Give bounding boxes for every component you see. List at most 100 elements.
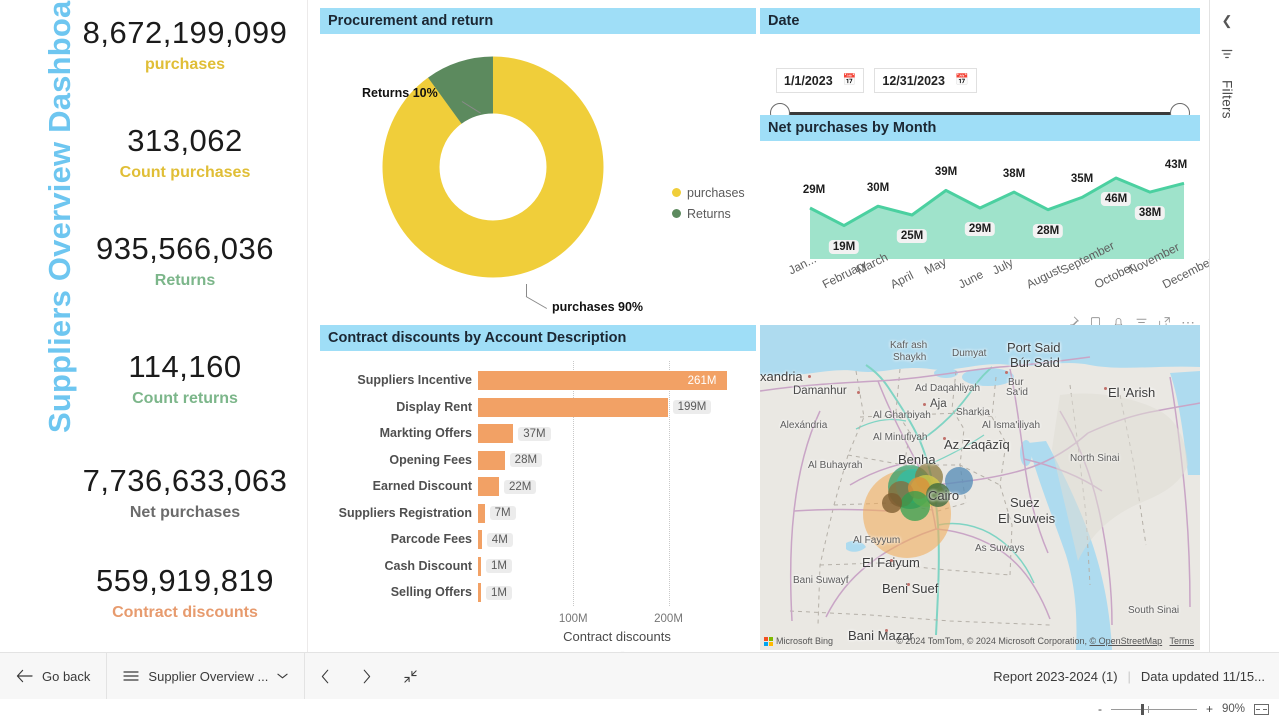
bar-category-label: Suppliers Registration — [338, 505, 472, 520]
legend-swatch-icon — [672, 209, 681, 218]
bar-category-label: Selling Offers — [390, 585, 472, 599]
start-date-field[interactable]: 1/1/2023 📅 — [776, 68, 865, 93]
map-place-label: Al Minufiyah — [873, 432, 928, 443]
map-city-dot — [808, 375, 811, 378]
terms-link[interactable]: Terms — [1170, 636, 1195, 646]
kpi-value: 7,736,633,063 — [82, 463, 288, 498]
legend-item-purchases[interactable]: purchases — [672, 182, 745, 203]
bar-category-label: Markting Offers — [379, 426, 472, 440]
filters-pane-title: Filters — [1219, 80, 1235, 119]
filters-pane-collapsed[interactable]: ❮ Filters — [1209, 0, 1244, 652]
fit-to-page-icon[interactable] — [1254, 703, 1269, 715]
calendar-icon[interactable]: 📅 — [843, 75, 857, 86]
footer-status: Report 2023-2024 (1) | Data updated 11/1… — [993, 669, 1279, 684]
map-attribution: Microsoft Bing © 2024 TomTom, © 2024 Mic… — [760, 634, 1200, 648]
supplier-locations-map-visual[interactable]: Kafr ash Shaykh Dumyat Port Said Búr Said xan… — [760, 325, 1200, 650]
go-back-label: Go back — [42, 668, 91, 684]
map-place-label: Cairo — [928, 488, 960, 503]
map-place-label: Damanhur — [793, 385, 847, 397]
zoom-slider[interactable] — [1110, 703, 1197, 715]
zoom-in-button[interactable]: + — [1206, 702, 1213, 716]
zoom-out-button[interactable]: - — [1098, 702, 1102, 716]
donut-label-returns: Returns 10% — [362, 86, 438, 100]
procurement-and-return-visual[interactable]: Procurement and return Returns 10% purch… — [320, 8, 756, 318]
map-place-label: Dumyat — [952, 348, 987, 359]
bar-rect[interactable] — [478, 583, 481, 602]
bar-rect[interactable] — [478, 503, 485, 523]
map-place-label: El 'Arish — [1108, 385, 1156, 400]
kpi-card-count-returns[interactable]: 114,160 Count returns — [62, 349, 308, 408]
map-place-label: Shaykh — [893, 352, 927, 363]
end-date-value: 12/31/2023 — [882, 73, 945, 88]
area-point-label: 46M — [1100, 192, 1132, 207]
bar-value-label: 37M — [518, 426, 551, 441]
bar-gridline — [668, 361, 670, 606]
go-back-button[interactable]: Go back — [0, 653, 106, 700]
kpi-card-purchases[interactable]: 8,672,199,099 purchases — [62, 15, 308, 74]
net-purchases-by-month-visual[interactable]: Net purchases by Month 29M 19M 30M 25M 39M 29… — [760, 115, 1216, 329]
map-place-label: Kafr ash — [890, 340, 928, 351]
map-canvas[interactable]: Kafr ash Shaykh Dumyat Port Said Búr Said xan… — [760, 325, 1200, 650]
donut-legend: purchases Returns — [672, 182, 745, 224]
bar-value-label: 199M — [672, 400, 712, 414]
zoom-slider-handle[interactable] — [1140, 703, 1144, 715]
area-point-label: 35M — [1070, 173, 1094, 186]
bar-rect[interactable] — [478, 424, 514, 443]
map-bubble[interactable] — [882, 493, 902, 513]
area-point-label: 43M — [1164, 159, 1188, 172]
bar-rect[interactable] — [478, 450, 505, 470]
visual-body: 1/1/2023 📅 12/31/2023 📅 — [760, 34, 1200, 123]
kpi-card-net-purchases[interactable]: 7,736,633,063 Net purchases — [62, 463, 308, 522]
openstreetmap-link[interactable]: © OpenStreetMap — [1089, 636, 1162, 646]
bing-logo-icon — [764, 636, 773, 646]
kpi-card-count-purchases[interactable]: 313,062 Count purchases — [62, 123, 308, 182]
filter-icon[interactable] — [1220, 47, 1234, 66]
visual-body: Suppliers Incentive 261M Display Rent 199M M… — [320, 351, 756, 650]
bar-value-label: 261M — [687, 374, 717, 387]
calendar-icon[interactable]: 📅 — [955, 75, 969, 86]
date-slicer-visual[interactable]: Date 1/1/2023 📅 12/31/2023 📅 — [760, 8, 1200, 123]
map-place-label: Al Isma'iliyah — [982, 420, 1041, 431]
kpi-card-returns[interactable]: 935,566,036 Returns — [62, 231, 308, 290]
map-city-dot — [943, 437, 946, 440]
map-city-dot — [857, 391, 860, 394]
map-place-label: Benha — [898, 452, 936, 467]
leader-line-purchases — [525, 296, 548, 309]
bar-axis-tick: 100M — [558, 613, 588, 625]
map-city-dot — [890, 559, 893, 562]
page-selector-button[interactable]: Supplier Overview ... — [107, 653, 304, 700]
map-city-dot — [1104, 387, 1107, 390]
next-page-button[interactable] — [346, 653, 387, 700]
bar-rect[interactable] — [478, 556, 481, 576]
map-place-label: Az Zaqāzīq — [944, 437, 1010, 452]
area-point-label: 38M — [1134, 206, 1166, 221]
contract-discounts-by-account-visual[interactable]: Contract discounts by Account Descriptio… — [320, 325, 756, 650]
map-place-label: Sharkia — [956, 407, 990, 418]
visual-title: Contract discounts by Account Descriptio… — [320, 325, 756, 351]
report-name-label: Report 2023-2024 (1) — [993, 668, 1118, 684]
legend-item-returns[interactable]: Returns — [672, 203, 745, 224]
kpi-label: Count returns — [132, 390, 238, 408]
kpi-label: purchases — [144, 56, 226, 74]
map-bubble[interactable] — [900, 491, 930, 521]
area-point-label: 25M — [896, 229, 928, 243]
map-place-label: Bani Suwayf — [793, 575, 849, 586]
end-date-field[interactable]: 12/31/2023 📅 — [874, 68, 977, 93]
report-footer-toolbar: Go back Supplier Overview ... Report 202… — [0, 652, 1279, 700]
bar-rect[interactable] — [478, 477, 499, 496]
kpi-column: Suppliers Overview Dashboard 8,672,199,0… — [0, 0, 308, 652]
map-place-label: Aja — [930, 398, 947, 410]
bar-rect[interactable] — [478, 530, 482, 549]
kpi-card-contract-discounts[interactable]: 559,919,819 Contract discounts — [62, 563, 308, 622]
map-place-label: Búr Said — [1010, 355, 1060, 370]
bar-category-label: Earned Discount — [372, 479, 472, 493]
previous-page-button[interactable] — [305, 653, 346, 700]
map-city-dot — [923, 403, 926, 406]
leader-line-purchases-stem — [526, 284, 527, 297]
collapse-toolbar-button[interactable] — [387, 653, 434, 700]
bar-rect[interactable] — [478, 397, 668, 417]
map-copyright-text: © 2024 TomTom, © 2024 Microsoft Corporat… — [896, 636, 1087, 646]
chevron-left-icon[interactable]: ❮ — [1222, 14, 1233, 27]
bar-value-label: 1M — [486, 585, 512, 600]
map-city-dot — [907, 583, 910, 586]
